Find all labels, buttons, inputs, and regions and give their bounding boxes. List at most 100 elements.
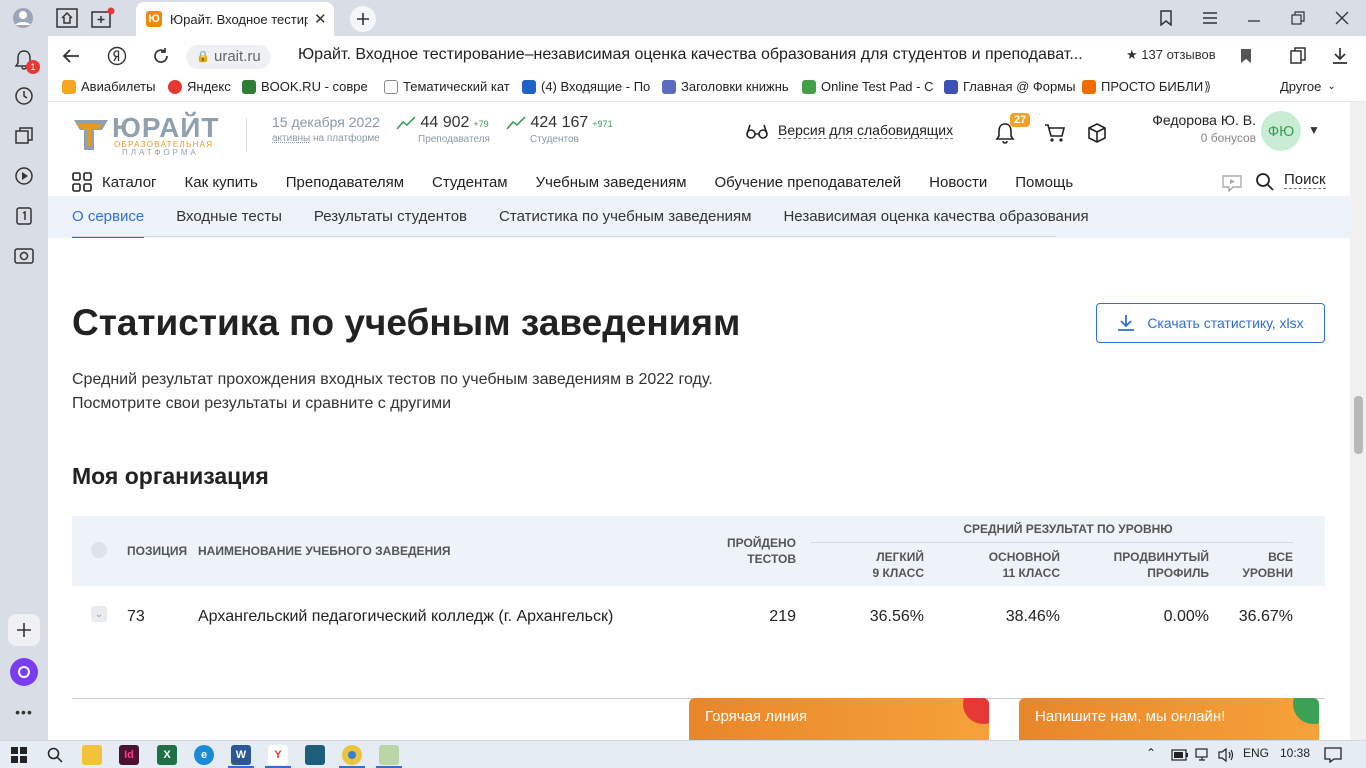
bookmark-item-4[interactable]: (4) Входящие - По	[522, 79, 650, 94]
col-basic[interactable]: Основной 11 класс	[950, 549, 1060, 581]
avatar[interactable]: ФЮ	[1261, 111, 1301, 151]
tab-close-icon[interactable]: ✕	[314, 10, 327, 28]
expand-row-chevron-icon[interactable]: ⌄	[91, 606, 107, 622]
windows-taskbar: Id X e W Y ⌃ ENG 10:38	[0, 740, 1366, 768]
word-icon[interactable]: W	[231, 745, 251, 765]
network-icon[interactable]	[1194, 745, 1214, 765]
minimize-icon[interactable]	[1242, 6, 1266, 30]
page-scrollbar[interactable]	[1350, 102, 1366, 740]
back-icon[interactable]	[58, 44, 84, 68]
tray-overflow-icon[interactable]: ⌃	[1146, 746, 1156, 760]
video-chat-icon[interactable]	[1220, 172, 1244, 194]
low-vision-version-link[interactable]: Версия для слабовидящих	[746, 122, 954, 139]
col-tests[interactable]: Пройдено тестов	[712, 535, 796, 567]
edge-icon[interactable]: e	[194, 745, 214, 765]
reload-icon[interactable]	[148, 44, 174, 68]
nav-help[interactable]: Помощь	[1015, 174, 1073, 191]
select-all-toggle[interactable]	[91, 542, 107, 558]
more-icon[interactable]: •••	[10, 700, 38, 724]
paint-icon[interactable]	[379, 745, 399, 765]
bookmark-item-2[interactable]: BOOK.RU - совре	[242, 79, 368, 94]
nav-how-to-buy[interactable]: Как купить	[185, 174, 258, 191]
col-easy[interactable]: Легкий 9 класс	[824, 549, 924, 581]
active-link[interactable]: активны	[272, 133, 310, 144]
reviews-link[interactable]: ★ 137 отзывов	[1126, 47, 1216, 63]
home-tab-icon[interactable]	[52, 4, 82, 32]
restore-icon[interactable]	[1286, 6, 1310, 30]
nav-teachers[interactable]: Преподавателям	[286, 174, 404, 191]
header-divider	[246, 118, 247, 152]
subnav-quality-assessment[interactable]: Независимая оценка качества образования	[783, 196, 1088, 238]
search-icon[interactable]	[1254, 171, 1276, 193]
nav-students[interactable]: Студентам	[432, 174, 508, 191]
page-one-icon[interactable]	[10, 202, 38, 230]
col-advanced[interactable]: Продвинутый профиль	[1089, 549, 1209, 581]
nav-news[interactable]: Новости	[929, 174, 987, 191]
reading-list-icon[interactable]	[1286, 45, 1310, 67]
bookmark-item-7[interactable]: Главная @ Формы	[944, 79, 1076, 94]
download-stats-button[interactable]: Скачать статистику, xlsx	[1096, 303, 1325, 343]
language-indicator[interactable]: ENG	[1243, 746, 1269, 760]
bookmark-item-8[interactable]: ПРОСТО БИБЛИ	[1082, 79, 1203, 94]
col-name[interactable]: Наименование учебного заведения	[198, 543, 450, 559]
nav-catalog[interactable]: Каталог	[72, 172, 157, 192]
collections-icon[interactable]	[10, 122, 38, 150]
scrollbar-thumb[interactable]	[1354, 396, 1363, 454]
battery-icon[interactable]	[1170, 745, 1190, 765]
subnav-entrance-tests[interactable]: Входные тесты	[176, 196, 282, 238]
user-menu-caret-icon[interactable]: ▼	[1306, 122, 1322, 138]
file-explorer-icon[interactable]	[82, 745, 102, 765]
volume-icon[interactable]	[1216, 745, 1236, 765]
bookmarks-other[interactable]: Другое ⌄	[1280, 79, 1336, 94]
url-page-title[interactable]: Юрайт. Входное тестирование–независимая …	[298, 46, 1083, 64]
table-row[interactable]: ⌄ 73 Архангельский педагогический коллед…	[72, 596, 1325, 640]
bookmark-manager-icon[interactable]	[1154, 6, 1178, 30]
clock[interactable]: 10:38	[1280, 746, 1310, 760]
active-tab[interactable]: Ю Юрайт. Входное тестир ✕	[136, 2, 334, 36]
close-window-icon[interactable]	[1330, 6, 1354, 30]
row-all: 36.67%	[1238, 608, 1293, 625]
yandex-icon[interactable]	[104, 44, 130, 68]
nav-teacher-training[interactable]: Обучение преподавателей	[715, 174, 902, 191]
online-chat-button[interactable]: Напишите нам, мы онлайн!	[1019, 698, 1319, 740]
search-link[interactable]: Поиск	[1284, 171, 1326, 189]
chrome-icon[interactable]	[342, 745, 362, 765]
action-center-icon[interactable]	[1322, 744, 1344, 766]
bookmark-icon[interactable]	[1236, 46, 1256, 66]
hotline-button[interactable]: Горячая линия	[689, 698, 989, 740]
bookmarks-overflow-icon[interactable]: ⟫	[1204, 79, 1211, 95]
add-panel-icon[interactable]	[8, 614, 40, 646]
taskbar-search-icon[interactable]	[44, 744, 66, 766]
user-menu[interactable]: Федорова Ю. В. 0 бонусов	[1108, 112, 1256, 145]
bookmark-item-0[interactable]: Авиабилеты	[62, 79, 155, 94]
history-icon[interactable]	[10, 82, 38, 110]
new-tab-icon[interactable]	[350, 6, 376, 32]
urait-logo[interactable]: ЮРАЙТ ОБРАЗОВАТЕЛЬНАЯ ПЛАТФОРМА	[72, 112, 224, 157]
profile-icon[interactable]	[8, 4, 38, 32]
subnav-about[interactable]: О сервисе	[72, 196, 145, 238]
subnav-student-results[interactable]: Результаты студентов	[314, 196, 467, 238]
bookmark-item-6[interactable]: Online Test Pad - С	[802, 79, 933, 94]
menu-icon[interactable]	[1198, 6, 1222, 30]
bookmark-item-5[interactable]: Заголовки книжнь	[662, 79, 789, 94]
notifications-icon[interactable]: 1	[10, 46, 40, 74]
alice-assistant-icon[interactable]	[10, 658, 38, 686]
indesign-icon[interactable]: Id	[119, 745, 139, 765]
subnav-institution-stats[interactable]: Статистика по учебным заведениям	[499, 196, 751, 238]
media-play-icon[interactable]	[10, 162, 38, 190]
yandex-browser-icon[interactable]: Y	[268, 745, 288, 765]
bookmark-item-3[interactable]: Тематический кат	[384, 79, 510, 94]
box-icon[interactable]	[1084, 120, 1110, 146]
cart-icon[interactable]	[1042, 120, 1068, 146]
windows-start-icon[interactable]	[8, 744, 30, 766]
downloads-icon[interactable]	[1328, 45, 1352, 67]
screenshot-icon[interactable]	[10, 242, 38, 270]
col-position[interactable]: Позиция	[127, 543, 187, 559]
bookmark-item-1[interactable]: Яндекс	[168, 79, 231, 94]
app-icon[interactable]	[305, 745, 325, 765]
nav-institutions[interactable]: Учебным заведениям	[536, 174, 687, 191]
new-tab-group-icon[interactable]	[88, 4, 118, 32]
col-all[interactable]: Все уровни	[1222, 549, 1293, 581]
url-bar-host[interactable]: 🔒 urait.ru	[186, 45, 271, 69]
excel-icon[interactable]: X	[157, 745, 177, 765]
